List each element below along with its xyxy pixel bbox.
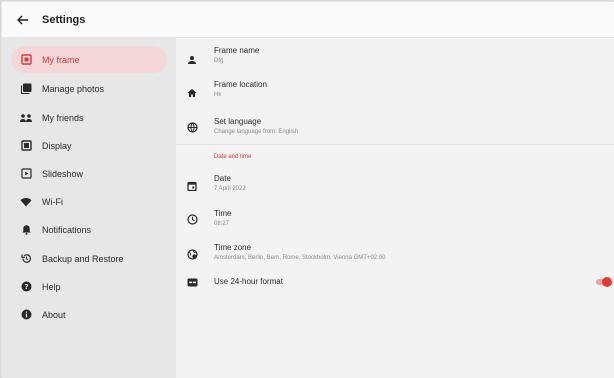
use-24-hour-title: Use 24-hour format	[214, 277, 283, 286]
sidebar-item-label: Backup and Restore	[42, 253, 124, 264]
frame-location-value: Hk	[214, 92, 222, 98]
sidebar-item-label: Display	[42, 140, 72, 151]
globe-clock-icon	[186, 248, 198, 260]
settings-panel: Frame name Dfg Frame location Hk Set lan…	[176, 38, 614, 378]
section-divider	[176, 144, 614, 145]
sidebar-item-manage-photos[interactable]: Manage photos	[11, 75, 167, 102]
info-icon	[20, 309, 32, 321]
use-24-hour-row[interactable]: Use 24-hour format	[176, 272, 614, 292]
svg-text:?: ?	[24, 283, 28, 291]
time-value: 08:27	[214, 221, 230, 227]
frame-name-value: Dfg	[214, 58, 224, 64]
set-language-row[interactable]: Set language Change language from: Engli…	[176, 112, 614, 138]
sidebar-item-my-frame[interactable]: My frame	[11, 46, 167, 73]
clock-icon	[186, 213, 198, 225]
frame-name-title: Frame name	[214, 46, 260, 55]
friends-icon	[20, 112, 32, 124]
backup-icon	[20, 253, 32, 265]
time-zone-title: Time zone	[214, 243, 252, 252]
clock-format-icon	[186, 276, 198, 288]
sidebar-item-notifications[interactable]: Notifications	[11, 216, 167, 243]
set-language-value: Change language from: English	[214, 129, 299, 135]
sidebar-item-slideshow[interactable]: Slideshow	[11, 160, 167, 187]
sidebar-item-wifi[interactable]: Wi-Fi	[11, 188, 167, 215]
frame-location-row[interactable]: Frame location Hk	[176, 78, 614, 104]
frame-name-row[interactable]: Frame name Dfg	[176, 44, 614, 70]
sidebar-item-about[interactable]: About	[11, 301, 167, 328]
person-icon	[186, 54, 198, 66]
sidebar-item-label: Manage photos	[42, 83, 105, 94]
sidebar-item-backup-and-restore[interactable]: Backup and Restore	[11, 245, 167, 272]
date-value: 7 April 2022	[214, 186, 246, 192]
set-language-title: Set language	[214, 117, 262, 126]
sidebar-item-display[interactable]: Display	[11, 132, 167, 159]
time-zone-value: Amsterdam, Berlin, Bern, Rome, Stockholm…	[214, 255, 386, 261]
globe-icon	[186, 121, 198, 133]
sidebar-item-label: Notifications	[42, 224, 92, 235]
calendar-icon	[186, 180, 198, 192]
sidebar: My frame Manage photos My friends Displa…	[2, 38, 176, 378]
app-window: Settings My frame Manage photos My frien…	[1, 1, 614, 378]
notifications-icon	[20, 224, 32, 236]
date-row[interactable]: Date 7 April 2022	[176, 170, 614, 196]
time-row[interactable]: Time 08:27	[176, 204, 614, 230]
sidebar-item-label: My frame	[42, 54, 80, 65]
help-icon: ?	[20, 281, 32, 293]
home-icon	[186, 87, 198, 99]
frame-icon	[20, 54, 32, 66]
sidebar-item-label: Wi-Fi	[42, 196, 63, 207]
page-title: Settings	[42, 13, 86, 26]
toggle-knob	[602, 277, 612, 287]
back-arrow-icon[interactable]	[16, 13, 30, 27]
date-title: Date	[214, 174, 231, 183]
time-title: Time	[214, 209, 232, 218]
slideshow-icon	[20, 168, 32, 180]
sidebar-item-label: Slideshow	[42, 168, 84, 179]
sidebar-item-label: About	[42, 309, 66, 320]
wifi-icon	[20, 196, 32, 208]
sidebar-item-label: My friends	[42, 112, 84, 123]
display-icon	[20, 140, 32, 152]
sidebar-item-label: Help	[42, 281, 61, 292]
use-24-hour-toggle[interactable]	[596, 277, 612, 287]
section-header-date-and-time: Date and time	[214, 154, 252, 160]
top-app-bar: Settings	[2, 2, 614, 38]
sidebar-item-help[interactable]: ? Help	[11, 273, 167, 300]
time-zone-row[interactable]: Time zone Amsterdam, Berlin, Bern, Rome,…	[176, 238, 614, 264]
frame-location-title: Frame location	[214, 80, 267, 89]
sidebar-item-my-friends[interactable]: My friends	[11, 104, 167, 131]
photos-icon	[20, 83, 32, 95]
